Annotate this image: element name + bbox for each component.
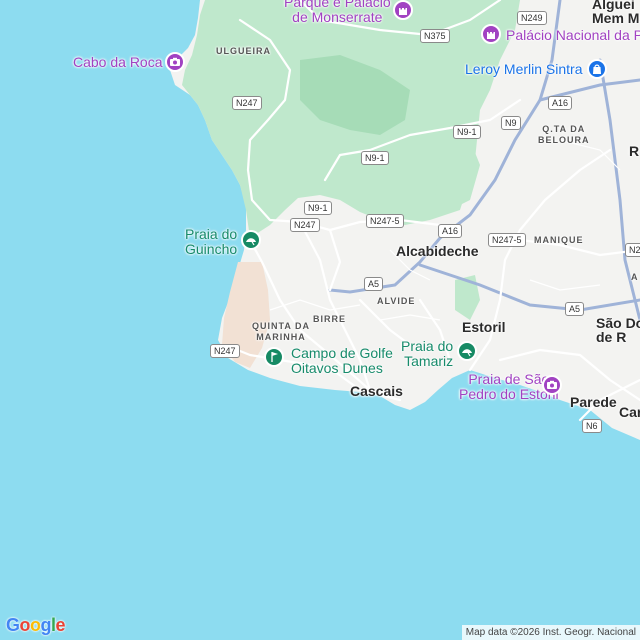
- poi-palacio-label[interactable]: Palácio Nacional da P: [506, 28, 640, 42]
- road-shield: N375: [420, 29, 450, 43]
- area-quinta-marinha: QUINTA DA MARINHA: [252, 321, 310, 342]
- place-parede: Parede: [570, 394, 617, 410]
- road-shield: N249: [517, 11, 547, 25]
- road-shield: A16: [548, 96, 573, 110]
- place-carcavelos: Car: [619, 404, 640, 420]
- place-cascais: Cascais: [350, 383, 403, 399]
- photo-icon[interactable]: [165, 52, 185, 72]
- logo-letter: e: [55, 615, 66, 635]
- road-shield: N247: [232, 96, 262, 110]
- area-alvide: ALVIDE: [377, 296, 416, 306]
- road-shield: N6: [582, 419, 602, 433]
- area-manique: MANIQUE: [534, 235, 584, 245]
- logo-letter: o: [30, 615, 41, 635]
- road-shield: A5: [364, 277, 384, 291]
- road-shield: A16: [438, 224, 463, 238]
- beach-icon[interactable]: [241, 230, 261, 250]
- place-estoril: Estoril: [462, 319, 506, 335]
- place-r: R: [629, 143, 640, 159]
- photo-icon[interactable]: [542, 375, 562, 395]
- poi-oitavos-label[interactable]: Campo de Golfe Oitavos Dunes: [291, 346, 393, 376]
- road-shield: N2: [625, 243, 640, 257]
- road-shield: N247-5: [488, 233, 526, 247]
- poi-cabo-da-roca-label[interactable]: Cabo da Roca: [73, 55, 163, 69]
- map-attribution[interactable]: Map data ©2026 Inst. Geogr. Nacional: [461, 625, 640, 640]
- area-a: A: [631, 272, 639, 282]
- poi-tamariz-label[interactable]: Praia do Tamariz: [401, 339, 453, 369]
- shopping-bag-icon[interactable]: [587, 59, 607, 79]
- beach-icon[interactable]: [457, 341, 477, 361]
- area-birre: BIRRE: [313, 314, 347, 324]
- place-algueirao: Alguei Mem Ma: [592, 0, 640, 26]
- logo-letter: G: [6, 615, 20, 635]
- castle-icon[interactable]: [393, 0, 413, 20]
- road-shield: N9: [501, 116, 521, 130]
- road-shield: N247: [210, 344, 240, 358]
- area-ulgueira: ULGUEIRA: [216, 46, 271, 56]
- road-shield: N9-1: [453, 125, 481, 139]
- road-shield: N9-1: [304, 201, 332, 215]
- place-sao-domingos: São Do de R: [596, 315, 640, 345]
- place-alcabideche: Alcabideche: [396, 243, 479, 259]
- area-quinta-beloura: Q.TA DA BELOURA: [538, 124, 590, 145]
- poi-monserrate-label[interactable]: Parque e Palácio de Monserrate: [284, 0, 391, 25]
- logo-letter: g: [40, 615, 52, 635]
- photo-icon[interactable]: [481, 24, 501, 44]
- golf-icon[interactable]: [264, 347, 284, 367]
- road-shield: A5: [565, 302, 585, 316]
- road-shield: N9-1: [361, 151, 389, 165]
- road-shield: N247-5: [366, 214, 404, 228]
- poi-leroy-label[interactable]: Leroy Merlin Sintra: [465, 62, 583, 76]
- road-shield: N247: [290, 218, 320, 232]
- google-logo[interactable]: Google: [6, 615, 66, 636]
- logo-letter: o: [19, 615, 31, 635]
- poi-guincho-label[interactable]: Praia do Guincho: [185, 227, 237, 257]
